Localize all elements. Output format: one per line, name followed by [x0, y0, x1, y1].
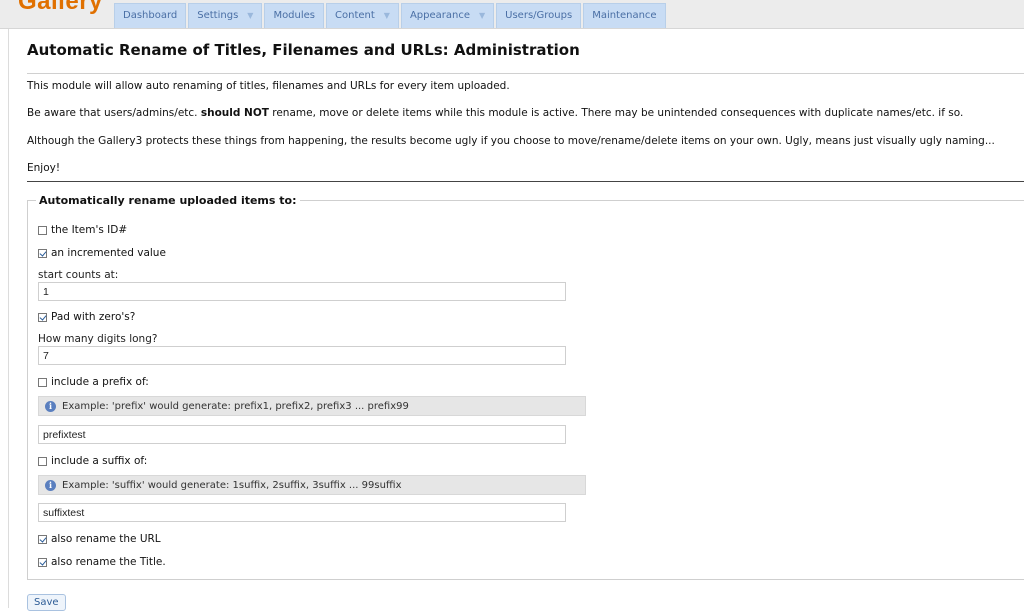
digits-input[interactable] — [38, 346, 566, 365]
rename-url-option: also rename the URL — [38, 533, 161, 545]
nav-users-groups[interactable]: Users/Groups — [496, 3, 582, 28]
main-content: Automatic Rename of Titles, Filenames an… — [8, 29, 1024, 611]
nav-modules[interactable]: Modules — [264, 3, 325, 28]
item-id-option: the Item's ID# — [38, 224, 127, 236]
item-id-label: the Item's ID# — [51, 224, 128, 236]
prefix-option: include a prefix of: — [38, 376, 149, 388]
save-button[interactable]: Save — [27, 594, 66, 611]
suffix-option: include a suffix of: — [38, 455, 147, 467]
nav-label: Content — [335, 10, 375, 21]
page-title: Automatic Rename of Titles, Filenames an… — [27, 41, 580, 59]
item-id-checkbox[interactable] — [38, 225, 47, 235]
rename-url-checkbox[interactable] — [38, 534, 47, 544]
content-divider — [27, 181, 1024, 182]
chevron-down-icon: ▼ — [479, 11, 486, 20]
nav-maintenance[interactable]: Maintenance — [583, 3, 666, 28]
pad-zeros-checkbox[interactable] — [38, 312, 47, 322]
incremented-label: an incremented value — [51, 247, 166, 259]
suffix-info-text: Example: 'suffix' would generate: 1suffi… — [62, 479, 402, 491]
fieldset-legend: Automatically rename uploaded items to: — [39, 194, 297, 207]
suffix-label: include a suffix of: — [51, 455, 148, 467]
chevron-down-icon: ▼ — [383, 11, 390, 20]
incremented-checkbox[interactable] — [38, 248, 47, 258]
incremented-option: an incremented value — [38, 247, 166, 259]
intro-text-2: Be aware that users/admins/etc. should N… — [27, 107, 963, 119]
rename-title-label: also rename the Title. — [51, 556, 166, 568]
intro-text-2-emphasis: should NOT — [200, 107, 269, 119]
nav-label: Maintenance — [592, 10, 657, 21]
prefix-input[interactable] — [38, 425, 566, 444]
pad-zeros-label: Pad with zero's? — [51, 311, 136, 323]
start-counts-label: start counts at: — [38, 269, 119, 281]
rename-title-checkbox[interactable] — [38, 557, 47, 567]
nav-content[interactable]: Content ▼ — [326, 3, 399, 28]
nav-label: Settings — [197, 10, 239, 21]
start-counts-input[interactable] — [38, 282, 566, 301]
top-bar: Gallery Dashboard Settings ▼ Modules Cont… — [0, 0, 1024, 29]
nav-settings[interactable]: Settings ▼ — [188, 3, 263, 28]
suffix-checkbox[interactable] — [38, 456, 47, 466]
nav-appearance[interactable]: Appearance ▼ — [400, 3, 495, 28]
suffix-input[interactable] — [38, 503, 566, 522]
rename-options-fieldset: Automatically rename uploaded items to: … — [27, 194, 1024, 580]
suffix-info-box: i Example: 'suffix' would generate: 1suf… — [38, 475, 586, 495]
prefix-checkbox[interactable] — [38, 377, 47, 387]
intro-text-2-end: rename, move or delete items while this … — [268, 107, 964, 119]
nav-label: Modules — [273, 10, 316, 21]
prefix-info-box: i Example: 'prefix' would generate: pref… — [38, 396, 586, 416]
nav-label: Appearance — [409, 10, 470, 21]
nav-label: Dashboard — [123, 10, 178, 21]
pad-zeros-option: Pad with zero's? — [38, 311, 135, 323]
rename-url-label: also rename the URL — [51, 533, 161, 545]
digits-label: How many digits long? — [38, 333, 158, 345]
nav-dashboard[interactable]: Dashboard — [114, 3, 187, 28]
rename-title-option: also rename the Title. — [38, 556, 166, 568]
chevron-down-icon: ▼ — [247, 11, 254, 20]
prefix-info-text: Example: 'prefix' would generate: prefix… — [62, 400, 409, 412]
intro-text-4: Enjoy! — [27, 162, 61, 174]
info-icon: i — [45, 479, 56, 491]
gallery-logo[interactable]: Gallery — [18, 0, 103, 16]
title-divider — [27, 73, 1024, 74]
prefix-label: include a prefix of: — [51, 376, 149, 388]
info-icon: i — [45, 400, 56, 412]
intro-text-2-start: Be aware that users/admins/etc. — [27, 107, 201, 119]
intro-text-1: This module will allow auto renaming of … — [27, 80, 510, 92]
admin-nav: Dashboard Settings ▼ Modules Content ▼ App… — [114, 3, 666, 28]
intro-text-3: Although the Gallery3 protects these thi… — [27, 135, 995, 147]
nav-label: Users/Groups — [505, 10, 573, 21]
